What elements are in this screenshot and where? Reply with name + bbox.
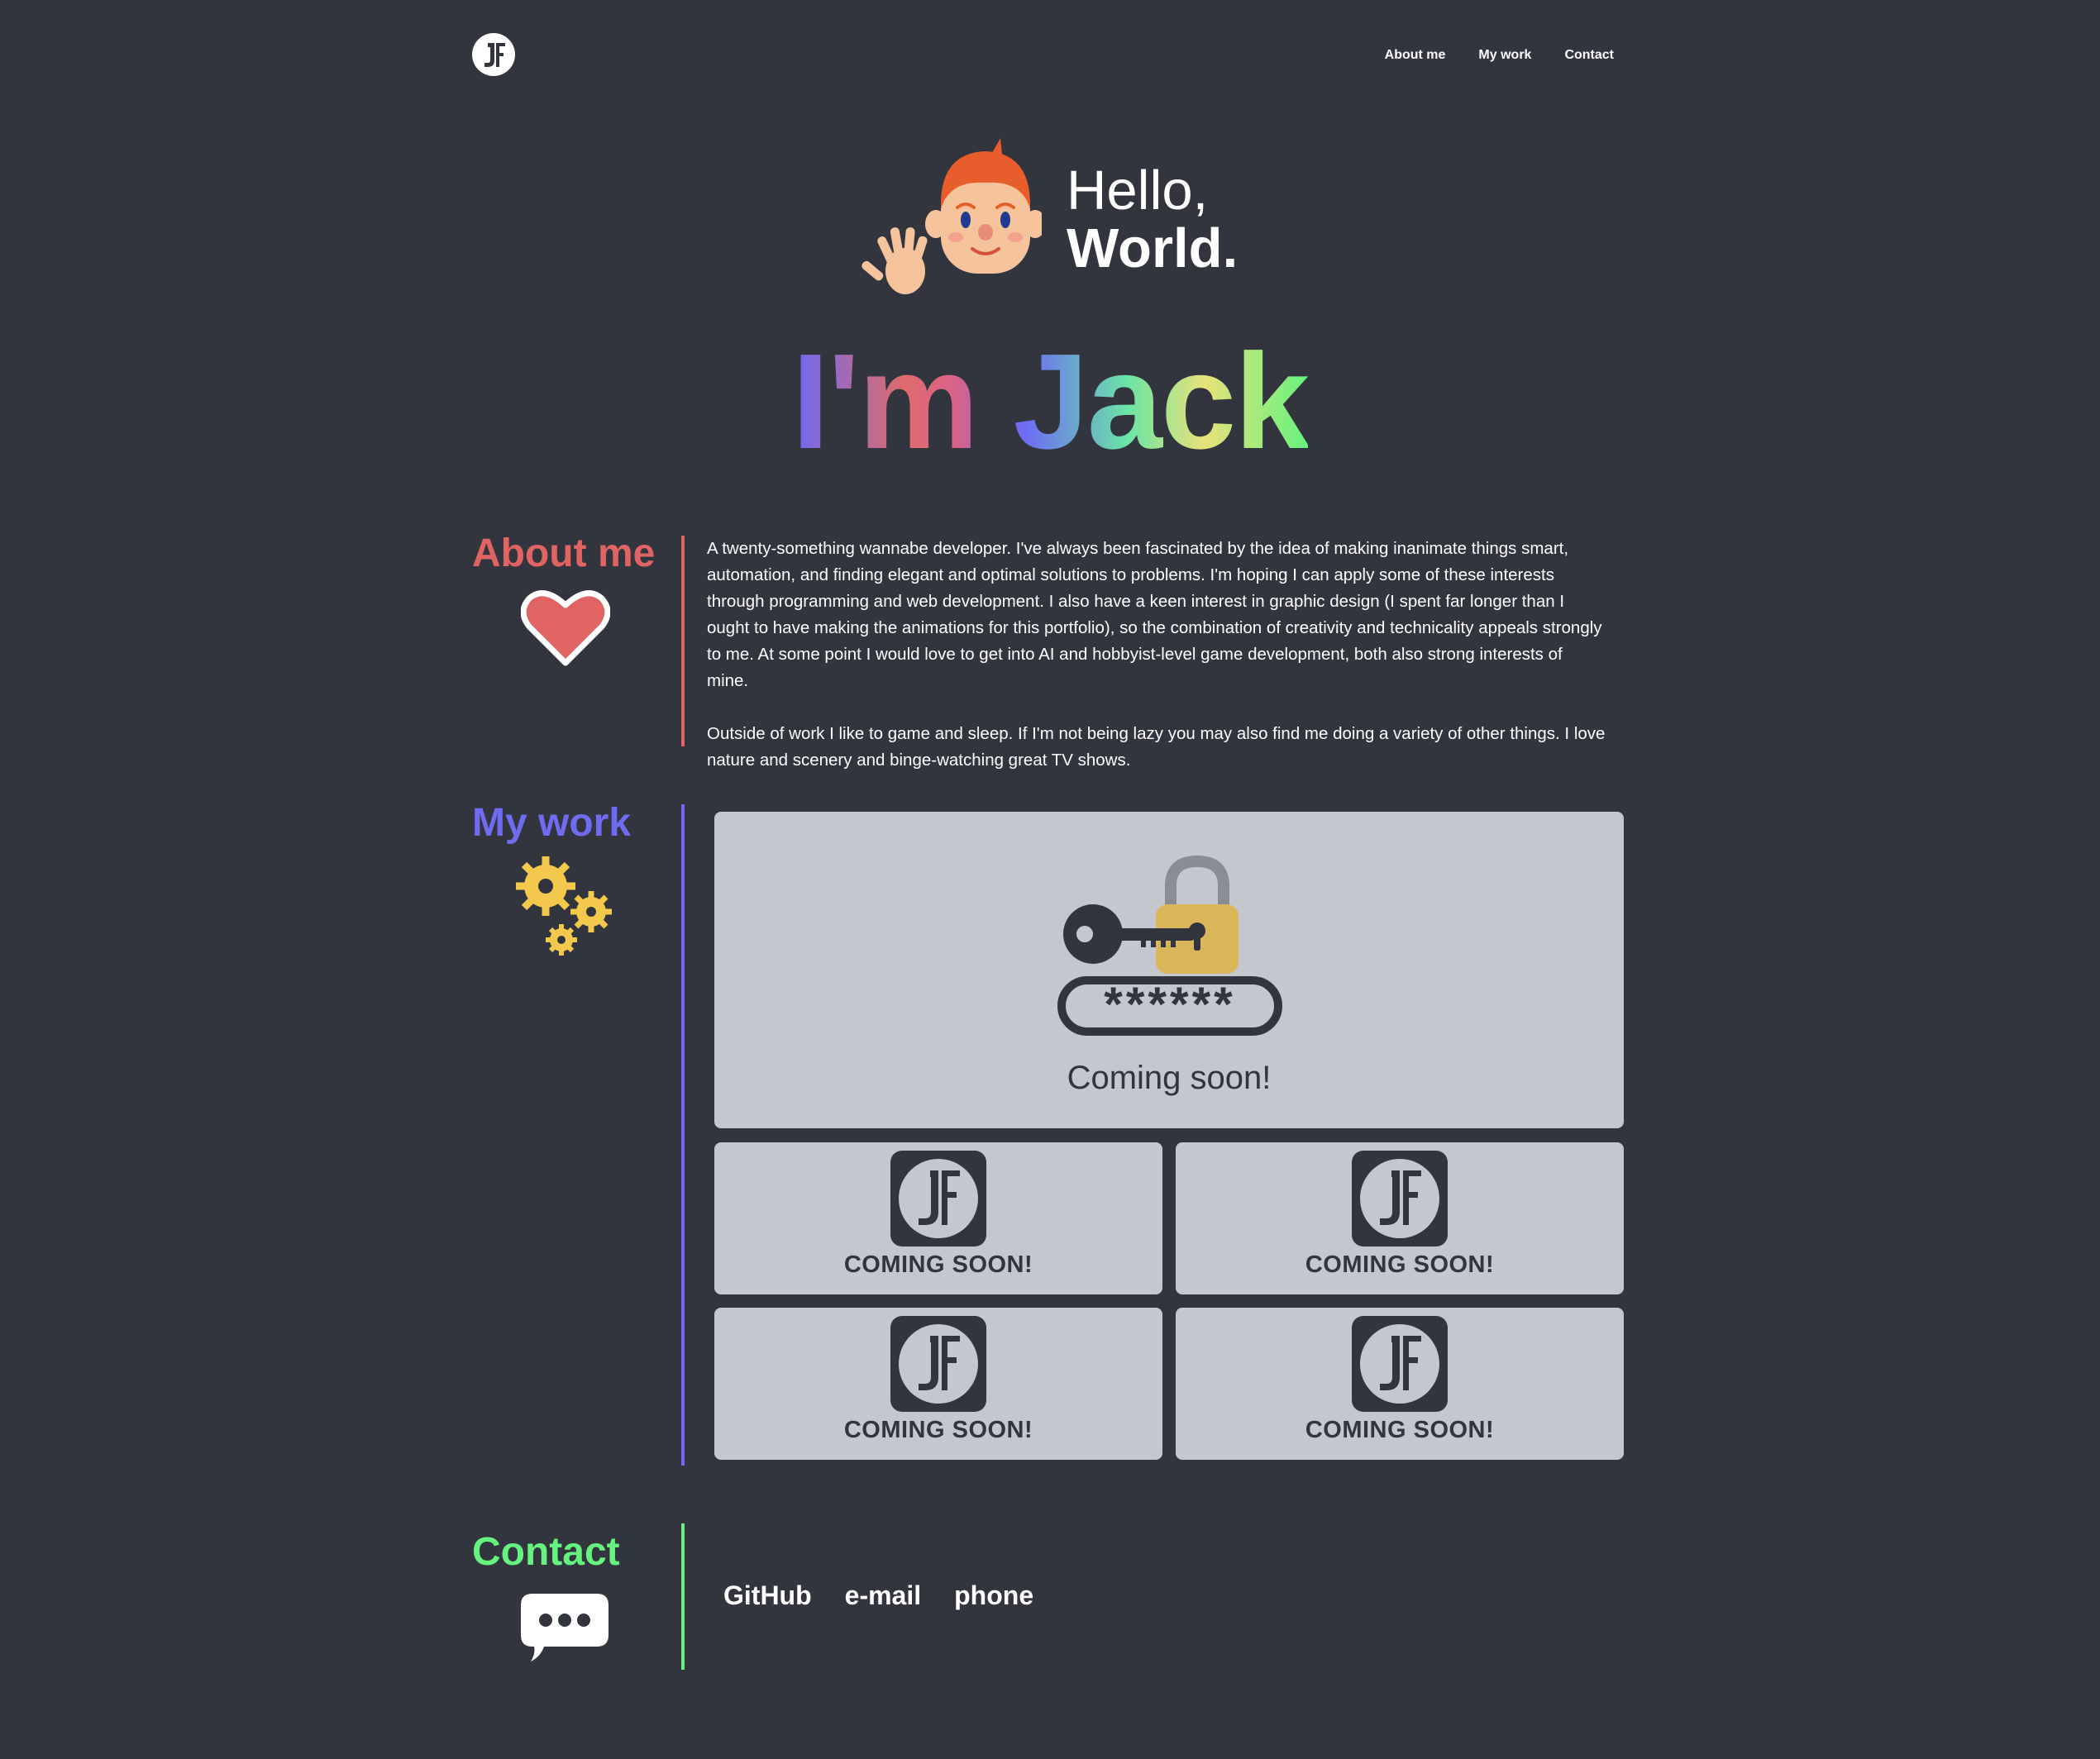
hero-name-heading: I'm Jack [0, 324, 2100, 479]
my-work-heading: My work [472, 801, 632, 845]
key-lock-password-icon: ****** [1055, 838, 1286, 1041]
project-card[interactable]: COMING SOON! [1176, 1308, 1624, 1460]
about-paragraph-2: Outside of work I like to game and sleep… [707, 724, 1606, 770]
logo-jf-monogram-icon[interactable] [472, 33, 515, 76]
project-coming-soon: COMING SOON! [1305, 1417, 1495, 1443]
nav-contact[interactable]: Contact [1564, 48, 1614, 63]
greeting-line-2: World. [1067, 217, 1239, 280]
jf-monogram-icon [890, 1151, 986, 1251]
about-divider [681, 536, 685, 746]
project-coming-soon: COMING SOON! [843, 1251, 1033, 1278]
contact-links: GitHub e-mail phone [723, 1580, 1033, 1611]
phone-link[interactable]: phone [954, 1580, 1033, 1611]
contact-divider [681, 1523, 685, 1670]
featured-project-card[interactable]: ****** Coming soon! [714, 812, 1624, 1128]
project-card[interactable]: COMING SOON! [714, 1308, 1162, 1460]
about-me-heading: About me [472, 532, 656, 575]
waving-boy-emoji-icon [860, 135, 1046, 312]
gears-icon [513, 851, 620, 963]
hero-greeting: Hello, World. [1067, 160, 1239, 280]
about-body: A twenty-something wannabe developer. I'… [707, 536, 1608, 800]
main-nav: About me My work Contact [1385, 48, 1614, 63]
nav-about-me[interactable]: About me [1385, 48, 1446, 63]
jf-monogram-icon [1352, 1316, 1448, 1416]
github-link[interactable]: GitHub [723, 1580, 812, 1611]
project-coming-soon: COMING SOON! [843, 1417, 1033, 1443]
jf-monogram-icon [890, 1316, 986, 1416]
hero-name-text: I'm Jack [791, 326, 1310, 477]
project-coming-soon: COMING SOON! [1305, 1251, 1495, 1278]
project-card[interactable]: COMING SOON! [1176, 1142, 1624, 1294]
waving-hand-icon [861, 227, 928, 294]
email-link[interactable]: e-mail [845, 1580, 921, 1611]
work-divider [681, 804, 685, 1466]
greeting-line-1: Hello, [1067, 160, 1209, 222]
heart-icon [520, 587, 611, 672]
featured-coming-soon: Coming soon! [1067, 1060, 1272, 1096]
about-paragraph-1: A twenty-something wannabe developer. I'… [707, 539, 1602, 690]
nav-my-work[interactable]: My work [1478, 48, 1531, 63]
jf-monogram-icon [1352, 1151, 1448, 1251]
speech-bubble-icon [521, 1594, 609, 1666]
project-card[interactable]: COMING SOON! [714, 1142, 1162, 1294]
password-mask: ****** [1104, 978, 1235, 1032]
contact-heading: Contact [472, 1530, 620, 1574]
